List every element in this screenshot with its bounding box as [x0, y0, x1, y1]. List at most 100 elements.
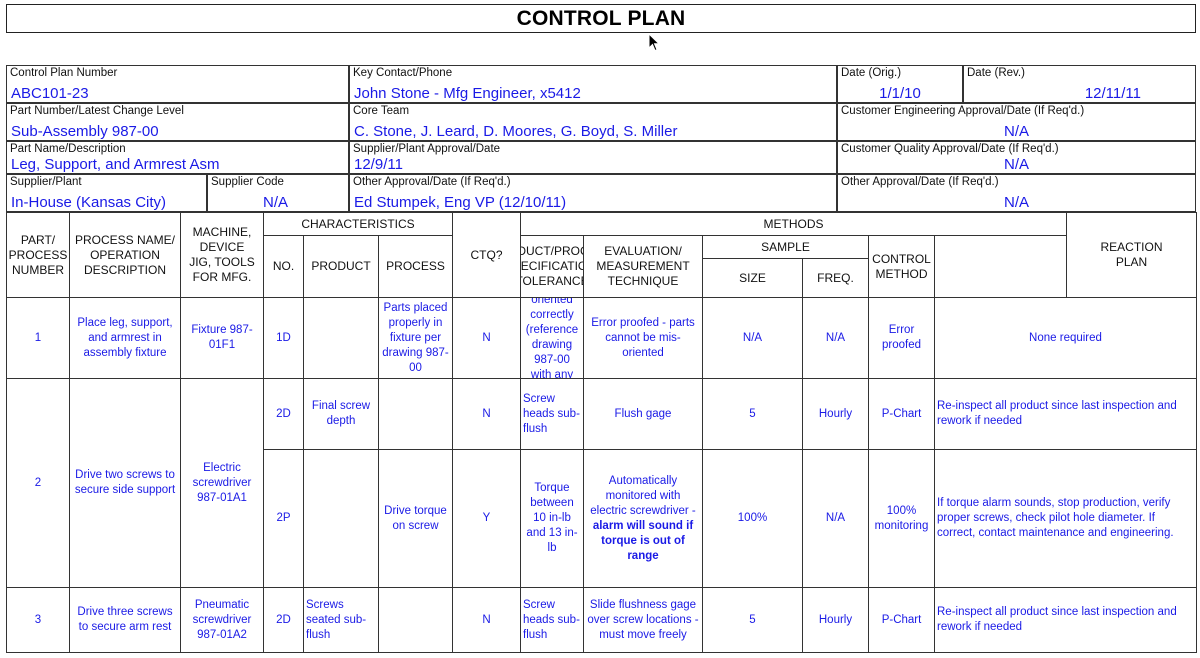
field-value[interactable]: In-House (Kansas City) [11, 194, 166, 211]
cell-sample-freq-text: N/A [825, 512, 846, 524]
column-header-machine-text: MACHINE, DEVICE JIG, TOOLS FOR MFG. [189, 225, 255, 284]
column-header-machine: MACHINE, DEVICE JIG, TOOLS FOR MFG. [180, 212, 264, 298]
field-value[interactable]: N/A [838, 156, 1195, 173]
cell-process-name[interactable]: Drive two screws to secure side support [69, 378, 181, 588]
field-value[interactable]: N/A [263, 194, 288, 211]
field-date-rev: Date (Rev.) 12/11/11 [963, 65, 1196, 103]
field-value[interactable]: C. Stone, J. Leard, D. Moores, G. Boyd, … [354, 123, 677, 140]
cell-evaluation-text: Error proofed - parts cannot be mis-orie… [591, 316, 695, 359]
field-value[interactable]: John Stone - Mfg Engineer, x5412 [354, 85, 581, 102]
cell-sample-freq[interactable]: N/A [802, 449, 869, 588]
column-group-sample-text: SAMPLE [761, 239, 810, 254]
cell-part-process-number[interactable]: 1 [6, 297, 70, 379]
field-core-team: Core Team C. Stone, J. Leard, D. Moores, … [349, 103, 837, 141]
cell-ctq[interactable]: N [452, 587, 521, 653]
cell-process[interactable]: Parts placed properly in fixture per dra… [378, 297, 453, 379]
cell-ctq[interactable]: N [452, 378, 521, 450]
cell-sample-freq[interactable]: Hourly [802, 378, 869, 450]
field-value[interactable]: ABC101-23 [11, 85, 89, 102]
column-header-process-name-text: PROCESS NAME/ OPERATION DESCRIPTION [74, 232, 176, 277]
cell-evaluation[interactable]: Slide flushness gage over screw location… [583, 587, 703, 653]
field-label: Key Contact/Phone [353, 67, 453, 79]
cell-specification-text: Torque between 10 in-lb and 13 in-lb [526, 482, 578, 554]
column-group-methods-text: METHODS [763, 216, 824, 231]
cell-char-no[interactable]: 1D [263, 297, 304, 379]
field-value[interactable]: Ed Stumpek, Eng VP (12/10/11) [354, 194, 566, 211]
cell-specification-text: Parts oriented correctly (reference draw… [525, 297, 579, 379]
cell-sample-freq[interactable]: N/A [802, 297, 869, 379]
cell-process-name[interactable]: Drive three screws to secure arm rest [69, 587, 181, 653]
field-supplier-plant-approval: Supplier/Plant Approval/Date 12/9/11 [349, 141, 837, 174]
cell-evaluation[interactable]: Error proofed - parts cannot be mis-orie… [583, 297, 703, 379]
cell-part-process-number[interactable]: 3 [6, 587, 70, 653]
cell-control-method[interactable]: P-Chart [868, 587, 935, 653]
cell-control-method-text: P-Chart [881, 407, 922, 420]
cell-process[interactable]: Drive torque on screw [378, 449, 453, 588]
cell-reaction-plan-text: Re-inspect all product since last inspec… [937, 606, 1177, 633]
column-header-specification-text: PRODUCT/PROCESS SPECIFICATION/ TOLERANCE [520, 244, 583, 288]
cell-ctq-text: N [482, 613, 491, 626]
cell-ctq-text: N [482, 407, 491, 420]
cell-specification[interactable]: Parts oriented correctly (reference draw… [520, 297, 584, 379]
cell-product[interactable] [303, 297, 379, 379]
cell-control-method[interactable]: 100% monitoring [868, 449, 935, 588]
column-header-process-name: PROCESS NAME/ OPERATION DESCRIPTION [69, 212, 181, 298]
cell-sample-freq-text: Hourly [818, 613, 853, 626]
cell-reaction-plan[interactable]: None required [934, 297, 1197, 379]
field-value[interactable]: N/A [838, 194, 1195, 211]
cell-machine[interactable]: Fixture 987-01F1 [180, 297, 264, 379]
cell-char-no[interactable]: 2D [263, 587, 304, 653]
title-bar: CONTROL PLAN [6, 4, 1196, 33]
cell-evaluation[interactable]: Flush gage [583, 378, 703, 450]
cell-sample-freq[interactable]: Hourly [802, 587, 869, 653]
cell-sample-size-text: N/A [742, 331, 763, 344]
column-header-product: PRODUCT [303, 235, 379, 298]
cell-ctq[interactable]: N [452, 297, 521, 379]
cell-control-method[interactable]: P-Chart [868, 378, 935, 450]
field-value[interactable]: Sub-Assembly 987-00 [11, 123, 159, 140]
field-value[interactable]: N/A [838, 123, 1195, 140]
cell-specification[interactable]: Screw heads sub-flush [520, 378, 584, 450]
cell-sample-size[interactable]: 5 [702, 378, 803, 450]
cell-sample-size[interactable]: 5 [702, 587, 803, 653]
field-date-orig: Date (Orig.) 1/1/10 [837, 65, 963, 103]
field-cust-eng-approval: Customer Engineering Approval/Date (If R… [837, 103, 1196, 141]
cell-ctq[interactable]: Y [452, 449, 521, 588]
field-other-approval-1: Other Approval/Date (If Req'd.) Ed Stumpe… [349, 174, 837, 212]
cell-reaction-plan[interactable]: Re-inspect all product since last inspec… [934, 587, 1197, 653]
cell-part-process-number[interactable]: 2 [6, 378, 70, 588]
column-group-methods: METHODS [520, 212, 1067, 236]
cell-reaction-plan-text: None required [1029, 331, 1102, 344]
cell-process[interactable] [378, 587, 453, 653]
cell-product[interactable]: Screws seated sub-flush [303, 587, 379, 653]
cell-sample-size-text: 5 [749, 613, 756, 626]
cell-part-process-number-text: 1 [34, 331, 42, 344]
cell-machine-text: Electric screwdriver 987-01A1 [192, 461, 252, 504]
cell-machine[interactable]: Pneumatic screwdriver 987-01A2 [180, 587, 264, 653]
field-value[interactable]: 12/9/11 [354, 156, 403, 173]
cell-char-no[interactable]: 2P [263, 449, 304, 588]
cell-char-no[interactable]: 2D [263, 378, 304, 450]
field-value[interactable]: 1/1/10 [838, 85, 962, 102]
cell-process-name[interactable]: Place leg, support, and armrest in assem… [69, 297, 181, 379]
cell-reaction-plan[interactable]: Re-inspect all product since last inspec… [934, 378, 1197, 450]
field-label: Customer Quality Approval/Date (If Req'd… [841, 143, 1059, 155]
cell-control-method[interactable]: Error proofed [868, 297, 935, 379]
cell-specification-text: Screw heads sub-flush [523, 598, 580, 641]
field-value[interactable]: 12/11/11 [1085, 85, 1141, 102]
cell-machine[interactable]: Electric screwdriver 987-01A1 [180, 378, 264, 588]
cell-specification[interactable]: Torque between 10 in-lb and 13 in-lb [520, 449, 584, 588]
cell-process[interactable] [378, 378, 453, 450]
field-label: Date (Rev.) [967, 67, 1025, 79]
cell-product[interactable] [303, 449, 379, 588]
cell-sample-freq-text: Hourly [818, 407, 853, 420]
cell-evaluation[interactable]: Automatically monitored with electric sc… [583, 449, 703, 588]
field-value[interactable]: Leg, Support, and Armrest Asm [11, 156, 219, 173]
cell-sample-size[interactable]: 100% [702, 449, 803, 588]
cell-sample-size[interactable]: N/A [702, 297, 803, 379]
field-supplier-code: Supplier Code N/A [207, 174, 349, 212]
cell-product[interactable]: Final screw depth [303, 378, 379, 450]
cell-specification[interactable]: Screw heads sub-flush [520, 587, 584, 653]
cell-reaction-plan[interactable]: If torque alarm sounds, stop production,… [934, 449, 1197, 588]
column-header-evaluation: EVALUATION/ MEASUREMENT TECHNIQUE [583, 235, 703, 298]
